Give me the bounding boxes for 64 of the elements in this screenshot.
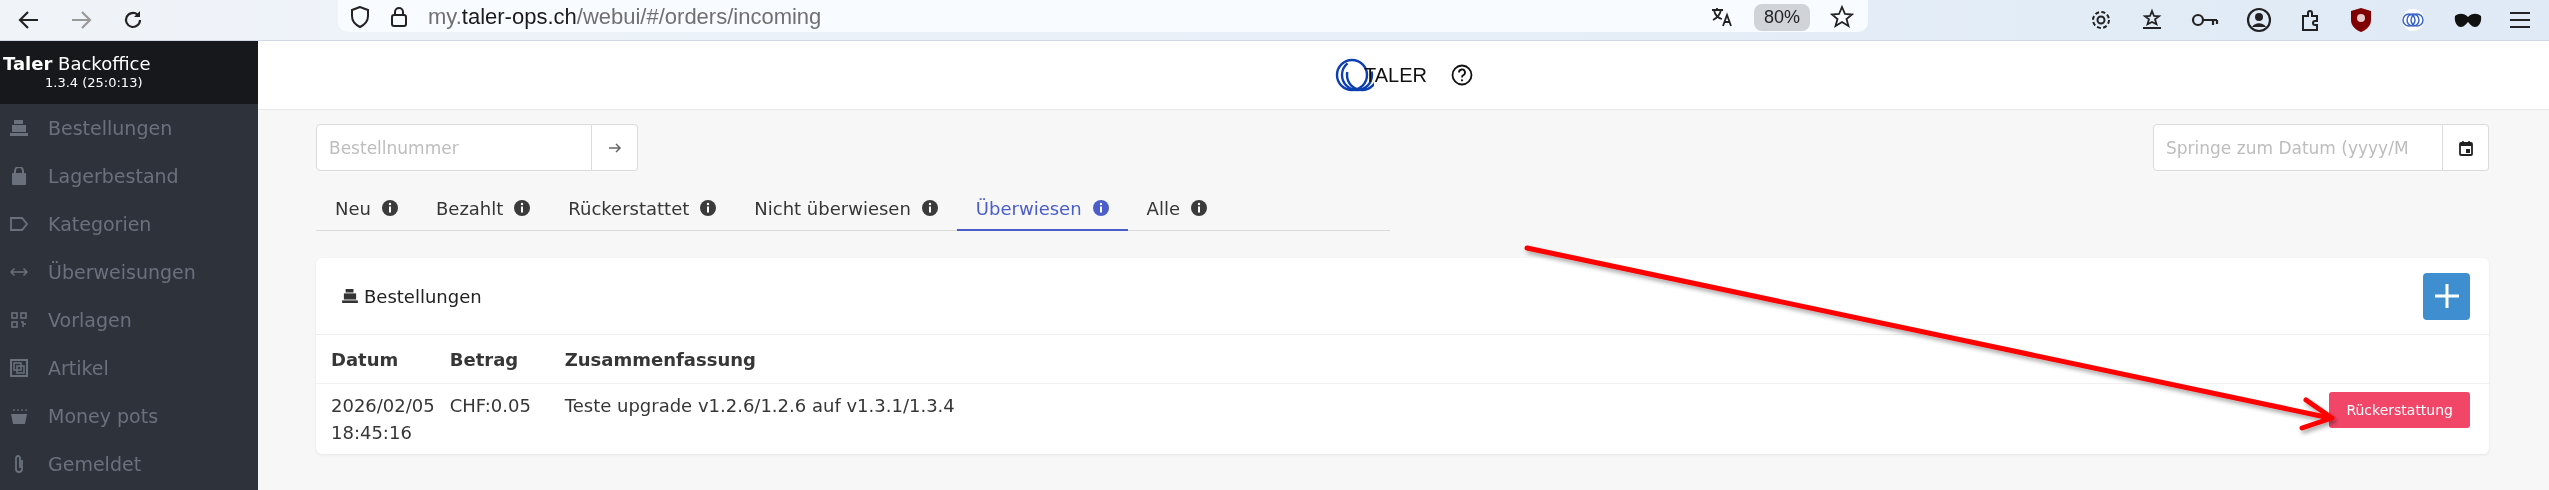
- version-label: 1.3.4 (25:0:13): [44, 75, 144, 90]
- sidebar-item[interactable]: Lagerbestand: [48, 165, 179, 187]
- column-header: Zusammenfassung: [564, 348, 756, 370]
- sidebar-item[interactable]: Money pots: [48, 405, 159, 427]
- qr-code-icon: [10, 312, 28, 328]
- shield-icon[interactable]: [350, 6, 370, 28]
- key-icon[interactable]: [2191, 12, 2219, 28]
- info-icon[interactable]: [699, 199, 718, 217]
- filter-tab[interactable]: Bezahlt: [416, 187, 550, 231]
- back-icon[interactable]: [18, 10, 40, 30]
- forward-icon[interactable]: [70, 10, 92, 30]
- address-bar[interactable]: my.taler-ops.ch/webui/#/orders/incoming 80%: [338, 0, 1868, 32]
- info-icon[interactable]: [380, 199, 399, 217]
- filter-tab[interactable]: Neu: [316, 187, 417, 231]
- info-icon[interactable]: [1091, 199, 1110, 217]
- column-header: Datum: [331, 348, 399, 370]
- sidebar-item[interactable]: Artikel: [48, 357, 109, 379]
- sidebar-item[interactable]: Gemeldet: [48, 453, 142, 475]
- sidebar-item[interactable]: Überweisungen: [48, 261, 196, 283]
- sidebar-item[interactable]: Bestellungen: [48, 117, 173, 139]
- double-arrow-icon: [10, 267, 28, 277]
- filter-tab[interactable]: Nicht überwiesen: [735, 187, 957, 231]
- sidebar-item[interactable]: Vorlagen: [48, 309, 132, 331]
- pot-icon: [10, 408, 28, 424]
- filter-tab[interactable]: Rückerstattet: [549, 187, 736, 231]
- reload-icon[interactable]: [122, 9, 144, 31]
- url-text: my.taler-ops.ch/webui/#/orders/incoming: [428, 4, 822, 30]
- rings-icon[interactable]: [2399, 8, 2427, 32]
- cash-register-icon: [10, 120, 28, 136]
- mask-icon[interactable]: [2454, 12, 2482, 28]
- shield-extension-icon[interactable]: [2350, 7, 2372, 33]
- sidebar-item[interactable]: Kategorien: [48, 213, 152, 235]
- zoom-level[interactable]: 80%: [1753, 3, 1810, 31]
- add-button[interactable]: [2423, 272, 2470, 320]
- calendar-icon: [2458, 139, 2473, 156]
- order-number-field[interactable]: Bestellnummer: [316, 124, 592, 171]
- star-tray-icon[interactable]: [2140, 8, 2164, 32]
- app-title: Taler Backoffice: [3, 53, 152, 75]
- bag-icon: [10, 167, 28, 185]
- info-icon[interactable]: [920, 199, 939, 217]
- column-header: Betrag: [449, 348, 519, 370]
- arrow-right-icon: [607, 141, 622, 154]
- filter-tab[interactable]: Überwiesen: [956, 187, 1128, 231]
- filter-tab[interactable]: Alle: [1127, 187, 1226, 231]
- calendar-button[interactable]: [2443, 124, 2489, 171]
- cash-register-icon: [342, 289, 358, 303]
- image-frame-icon: [10, 359, 28, 377]
- date-field[interactable]: Springe zum Datum (yyyy/M: [2153, 124, 2443, 171]
- info-icon[interactable]: [1189, 199, 1208, 217]
- plus-icon: [2433, 283, 2460, 309]
- help-icon[interactable]: [1451, 64, 1473, 86]
- table-cell: 2026/02/05 18:45:16: [331, 395, 435, 443]
- table-cell: CHF:0.05: [449, 395, 531, 416]
- translate-icon[interactable]: [1709, 6, 1734, 28]
- card-title: Bestellungen: [364, 285, 482, 307]
- star-icon[interactable]: [1830, 5, 1854, 29]
- table-cell: Teste upgrade v1.2.6/1.2.6 auf v1.3.1/1.3.4: [564, 395, 955, 416]
- gear-icon[interactable]: [2089, 8, 2113, 32]
- account-icon[interactable]: [2246, 7, 2272, 33]
- refund-button[interactable]: Rückerstattung: [2329, 392, 2470, 428]
- menu-icon[interactable]: [2509, 11, 2531, 29]
- tag-icon: [10, 217, 28, 231]
- lock-icon[interactable]: [390, 6, 408, 28]
- info-icon[interactable]: [513, 199, 532, 217]
